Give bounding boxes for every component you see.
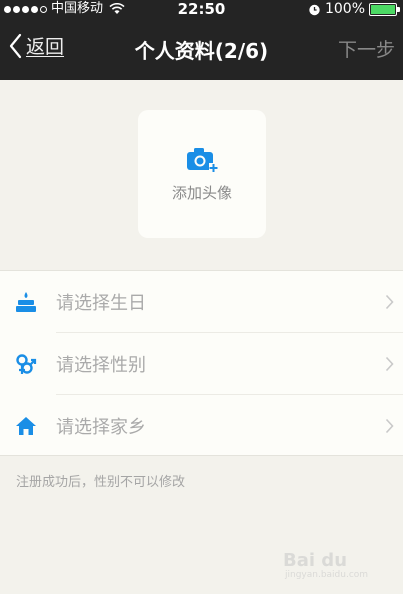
cake-icon [16, 292, 36, 312]
chevron-right-icon [385, 294, 394, 310]
add-avatar-button[interactable]: 添加头像 [138, 110, 266, 238]
add-avatar-label: 添加头像 [171, 184, 232, 202]
next-step-button[interactable]: 下一步 [338, 35, 395, 62]
camera-plus-icon [187, 148, 218, 172]
hometown-label: 请选择家乡 [56, 417, 146, 438]
chevron-right-icon [385, 356, 394, 372]
alarm-clock-icon [309, 4, 320, 15]
gender-label: 请选择性别 [56, 355, 146, 376]
home-icon [16, 417, 36, 435]
chevron-right-icon [385, 418, 394, 434]
watermark-url: jingyan.baidu.com [285, 570, 369, 580]
battery-icon [369, 2, 400, 16]
gender-row[interactable]: 请选择性别 [0, 333, 403, 395]
battery-percent: 100% [324, 1, 365, 17]
baidu-jingyan-watermark: Bai du jingyan.baidu.com [283, 548, 375, 584]
navigation-bar: 返回 个人资料(2/6) 下一步 [0, 18, 403, 80]
watermark-brand: Bai du [283, 550, 348, 571]
profile-field-list: 请选择生日 请选择性别 请选择家乡 [0, 270, 403, 456]
birthday-row[interactable]: 请选择生日 [0, 271, 403, 333]
status-right: 100% [308, 0, 400, 18]
status-bar: 中国移动 22:50 100% [0, 0, 403, 18]
battery-level [371, 4, 395, 14]
gender-change-note: 注册成功后，性别不可以修改 [16, 475, 186, 490]
birthday-label: 请选择生日 [56, 293, 146, 314]
gender-icon [16, 354, 37, 374]
top-bar: 中国移动 22:50 100% 返回 个人资料(2/6) 下一步 [0, 0, 403, 80]
hometown-row[interactable]: 请选择家乡 [0, 395, 403, 457]
